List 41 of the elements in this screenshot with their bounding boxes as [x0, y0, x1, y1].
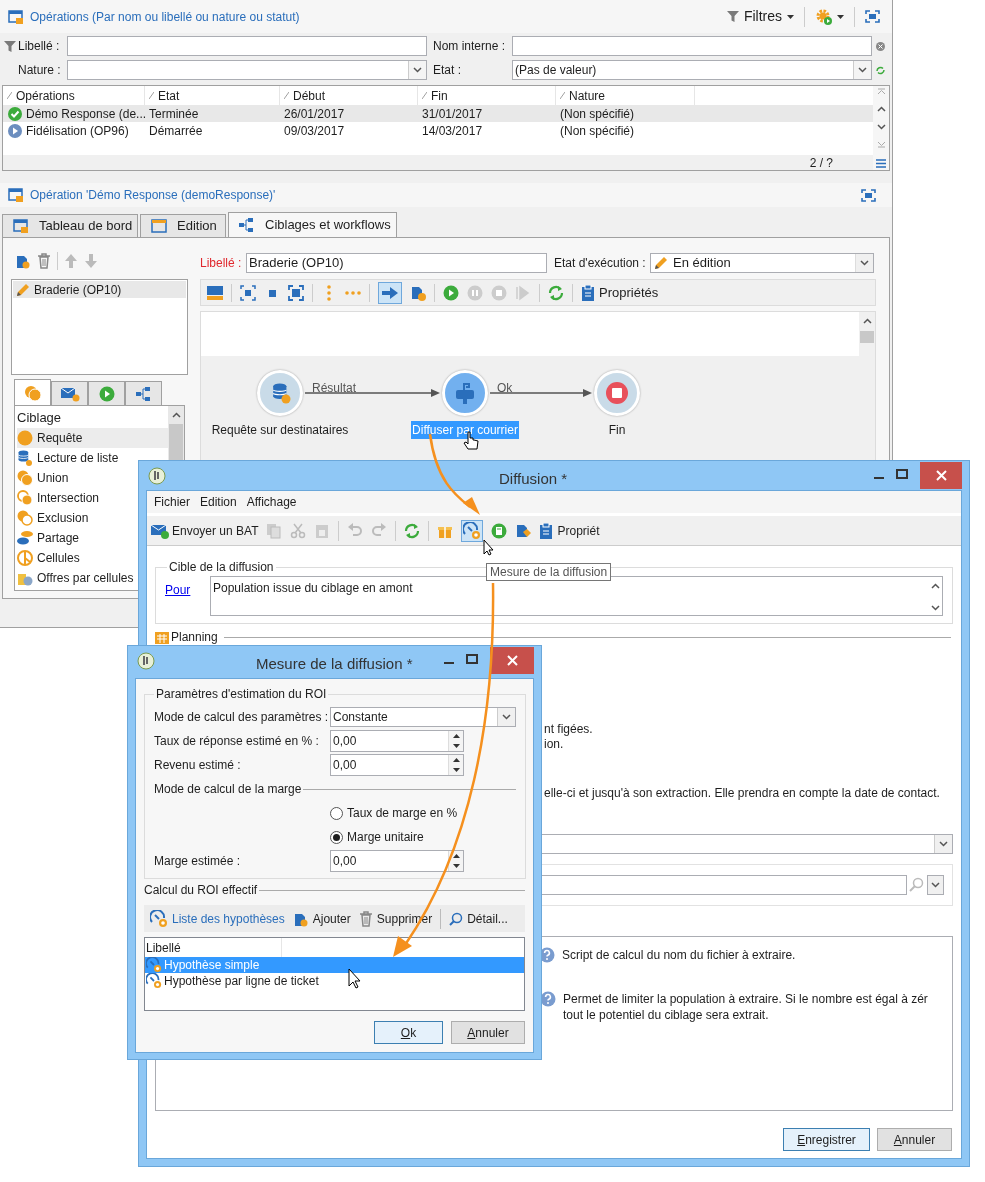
page-counter: 2 / ?: [809, 154, 833, 172]
panel-title: Opérations (Par nom ou libellé ou nature ou statut): [30, 8, 300, 26]
field-label: Libellé :: [18, 38, 61, 55]
group-title: Paramètres d'estimation du ROI: [155, 686, 328, 703]
field-label: Libellé :: [200, 255, 243, 272]
table-cell-text: Démarrée: [149, 122, 203, 140]
node-label: Fin: [607, 422, 627, 439]
field-label: Mode de calcul des paramètres :: [154, 709, 330, 726]
window-title: Diffusion *: [499, 469, 568, 489]
transition-label: Résultat: [312, 380, 357, 397]
section-title: Planning: [171, 629, 218, 646]
section-title: Mode de calcul de la marge: [154, 781, 302, 798]
table-cell-text: 09/03/2017: [284, 122, 345, 140]
table-cell-text: 31/01/2017: [422, 105, 483, 123]
text-fragment: ion.: [544, 737, 564, 752]
table-cell-text: Démo Response (de...: [26, 105, 147, 123]
table-cell-text: Terminée: [149, 105, 199, 123]
help-text: Permet de limiter la population à extraire. Si le nombre est égal à zér tout le potentiel du ciblage sera extrait.: [563, 991, 928, 1023]
field-label: Etat d'exécution :: [554, 255, 647, 272]
window-title: Mesure de la diffusion *: [256, 654, 413, 674]
section-title: Calcul du ROI effectif: [144, 882, 258, 899]
transition-label: Ok: [497, 380, 513, 397]
operation-title: Opération 'Démo Response (demoResponse)': [30, 187, 276, 204]
group-title: Cible de la diffusion: [168, 559, 275, 576]
field-label: Revenu estimé :: [154, 757, 242, 774]
table-cell-text: (Non spécifié): [560, 122, 635, 140]
field-label: Nom interne :: [433, 38, 507, 55]
table-cell-text: 26/01/2017: [284, 105, 345, 123]
node-label: Requête sur destinataires: [210, 422, 350, 439]
table-cell-text: 14/03/2017: [422, 122, 483, 140]
text-fragment: elle-ci et jusqu'à son extraction. Elle prendra en compte la date de contact.: [544, 786, 940, 801]
table-cell-text: (Non spécifié): [560, 105, 635, 123]
table-cell-text: Fidélisation (OP96): [26, 122, 129, 140]
hint-tooltip: Mesure de la diffusion: [486, 563, 612, 581]
field-label: Taux de réponse estimé en % :: [154, 733, 320, 750]
field-label: Nature :: [18, 62, 62, 79]
help-text: Script de calcul du nom du fichier à extraire.: [562, 947, 796, 963]
field-label: Marge estimée :: [154, 853, 242, 870]
field-label: Etat :: [433, 62, 462, 79]
text-fragment: nt figées.: [544, 722, 593, 737]
list-header: Ciblage: [17, 409, 62, 428]
